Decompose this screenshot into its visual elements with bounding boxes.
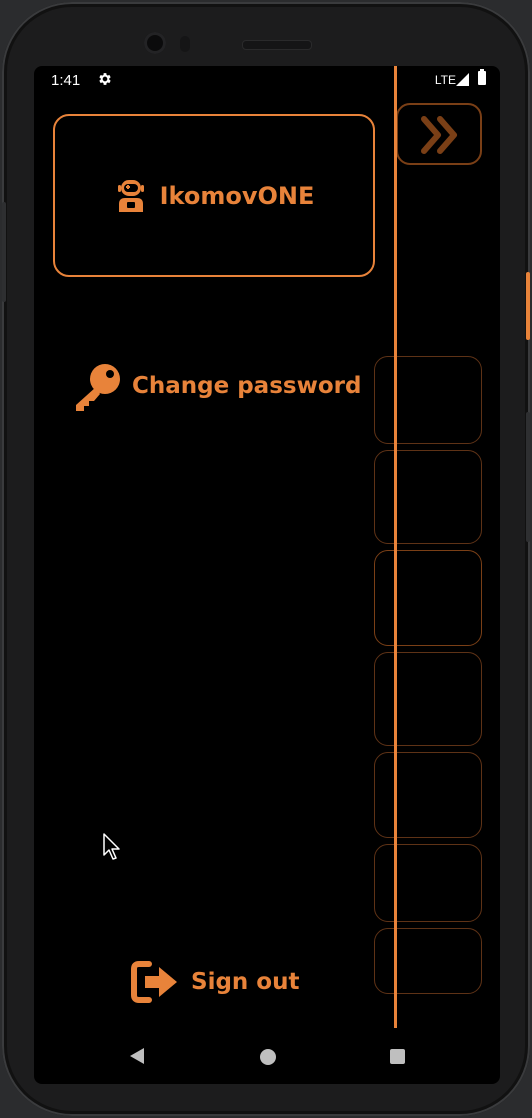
volume-button [526, 412, 530, 542]
back-icon[interactable] [130, 1048, 144, 1064]
network-type: LTE [434, 73, 456, 87]
battery-icon [478, 69, 486, 85]
astronaut-icon [117, 179, 144, 212]
side-key-left [2, 202, 6, 302]
mouse-cursor-icon [103, 833, 120, 860]
front-camera [144, 32, 166, 54]
drawer-toggle-button[interactable] [396, 103, 482, 165]
power-button [526, 272, 530, 340]
sign-out-icon [131, 961, 177, 1003]
proximity-sensor [180, 36, 190, 52]
home-icon[interactable] [260, 1049, 276, 1065]
screen: 1:41 LTE IkomovONE Change password Sign … [34, 66, 500, 1084]
change-password-item[interactable]: Change password [72, 361, 361, 411]
sign-out-label: Sign out [191, 969, 300, 995]
phone-frame: 1:41 LTE IkomovONE Change password Sign … [2, 2, 530, 1116]
system-nav-bar [34, 1028, 500, 1084]
username: IkomovONE [159, 181, 315, 210]
drawer-divider [394, 66, 397, 1028]
change-password-label: Change password [132, 373, 362, 399]
signal-icon [456, 73, 469, 86]
key-icon [76, 364, 120, 411]
profile-card[interactable]: IkomovONE [53, 114, 375, 277]
sign-out-button[interactable]: Sign out [131, 961, 299, 1003]
recents-icon[interactable] [390, 1049, 405, 1064]
earpiece-speaker [242, 40, 312, 50]
double-chevron-right-icon [421, 116, 457, 154]
navigation-drawer: IkomovONE Change password Sign out [34, 66, 394, 1028]
